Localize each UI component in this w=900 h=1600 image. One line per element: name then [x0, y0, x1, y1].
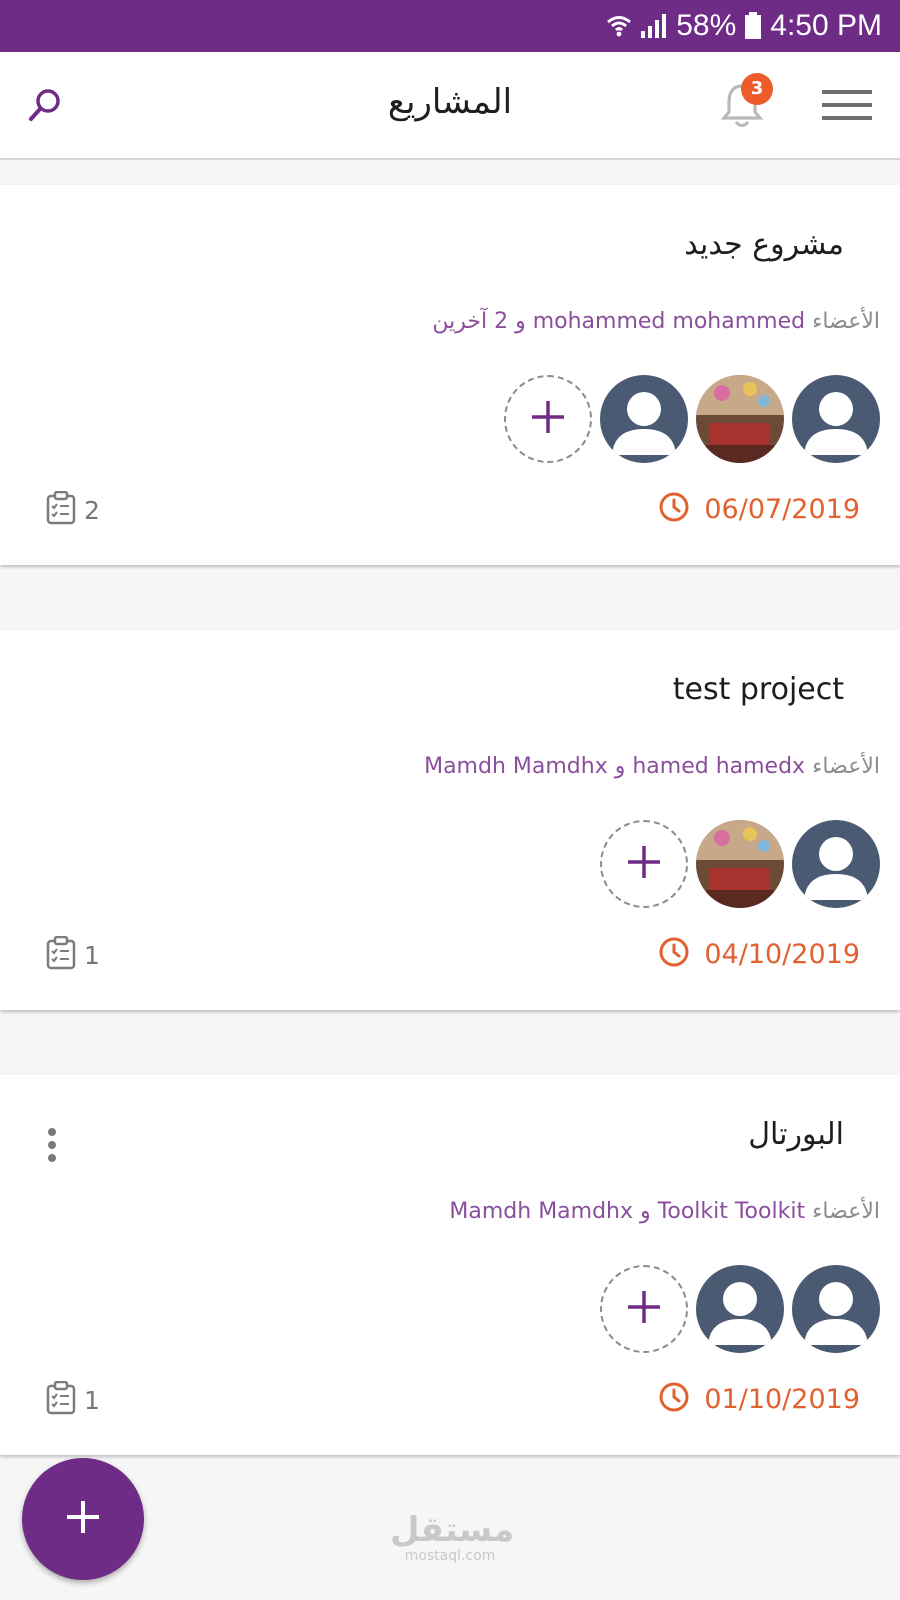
plus-icon [626, 1289, 662, 1329]
due-date: 04/10/2019 [658, 936, 860, 972]
signal-icon [640, 13, 668, 39]
members-label: الأعضاء [812, 754, 880, 779]
wifi-icon [606, 13, 632, 39]
members-names: Toolkit Toolkit و Mamdh Mamdhx [449, 1199, 806, 1224]
project-card[interactable]: البورتال الأعضاء Toolkit Toolkit و Mamdh… [0, 1075, 900, 1455]
watermark-arabic: مستقل [390, 1510, 515, 1550]
members-names: mohammed mohammed و 2 آخرين [432, 309, 806, 334]
watermark: مستقل mostaql.com [390, 1510, 515, 1564]
more-vertical-icon[interactable] [46, 1127, 58, 1163]
menu-icon[interactable] [822, 88, 874, 124]
date-text: 06/07/2019 [704, 493, 860, 525]
watermark-latin: mostaql.com [404, 1548, 496, 1564]
notification-badge: 3 [741, 73, 773, 105]
due-date: 06/07/2019 [658, 491, 860, 527]
clock-icon [658, 1381, 690, 1417]
add-member-button[interactable] [600, 1265, 688, 1353]
bell-icon [720, 84, 764, 134]
add-project-button[interactable] [22, 1458, 144, 1580]
clock-icon [658, 491, 690, 527]
project-title: test project [672, 672, 844, 707]
add-member-button[interactable] [504, 375, 592, 463]
status-indicators: 58% 4:50 PM [606, 8, 882, 44]
battery-icon [744, 12, 762, 40]
task-count-value: 1 [84, 1385, 100, 1415]
clock-time: 4:50 PM [770, 9, 882, 42]
plus-icon [626, 844, 662, 884]
member-avatars [600, 820, 880, 908]
task-count-value: 2 [84, 495, 100, 525]
member-avatars [504, 375, 880, 463]
avatar[interactable] [792, 1265, 880, 1353]
member-avatars [600, 1265, 880, 1353]
task-count: 1 [46, 935, 100, 974]
avatar[interactable] [600, 375, 688, 463]
avatar[interactable] [696, 375, 784, 463]
date-text: 01/10/2019 [704, 1383, 860, 1415]
avatar[interactable] [792, 820, 880, 908]
project-card[interactable]: مشروع جديد الأعضاء mohammed mohammed و 2… [0, 185, 900, 565]
project-title: البورتال [748, 1117, 844, 1152]
search-icon[interactable] [26, 86, 66, 126]
clock-icon [658, 936, 690, 972]
avatar[interactable] [696, 1265, 784, 1353]
plus-icon [65, 1499, 101, 1539]
add-member-button[interactable] [600, 820, 688, 908]
clipboard-icon [46, 935, 76, 974]
plus-icon [530, 399, 566, 439]
members-line: الأعضاء mohammed mohammed و 2 آخرين [432, 309, 880, 334]
date-text: 04/10/2019 [704, 938, 860, 970]
members-names: hamed hamedx و Mamdh Mamdhx [424, 754, 806, 779]
avatar[interactable] [792, 375, 880, 463]
avatar[interactable] [696, 820, 784, 908]
task-count: 2 [46, 490, 100, 529]
members-line: الأعضاء Toolkit Toolkit و Mamdh Mamdhx [449, 1199, 880, 1224]
status-bar: 58% 4:50 PM [0, 0, 900, 52]
project-card[interactable]: test project الأعضاء hamed hamedx و Mamd… [0, 630, 900, 1010]
task-count: 1 [46, 1380, 100, 1419]
clipboard-icon [46, 490, 76, 529]
app-bar: المشاريع [0, 52, 900, 160]
project-title: مشروع جديد [684, 227, 844, 262]
clipboard-icon [46, 1380, 76, 1419]
due-date: 01/10/2019 [658, 1381, 860, 1417]
battery-percent: 58% [676, 9, 737, 42]
task-count-value: 1 [84, 940, 100, 970]
members-line: الأعضاء hamed hamedx و Mamdh Mamdhx [424, 754, 880, 779]
members-label: الأعضاء [812, 309, 880, 334]
members-label: الأعضاء [812, 1199, 880, 1224]
